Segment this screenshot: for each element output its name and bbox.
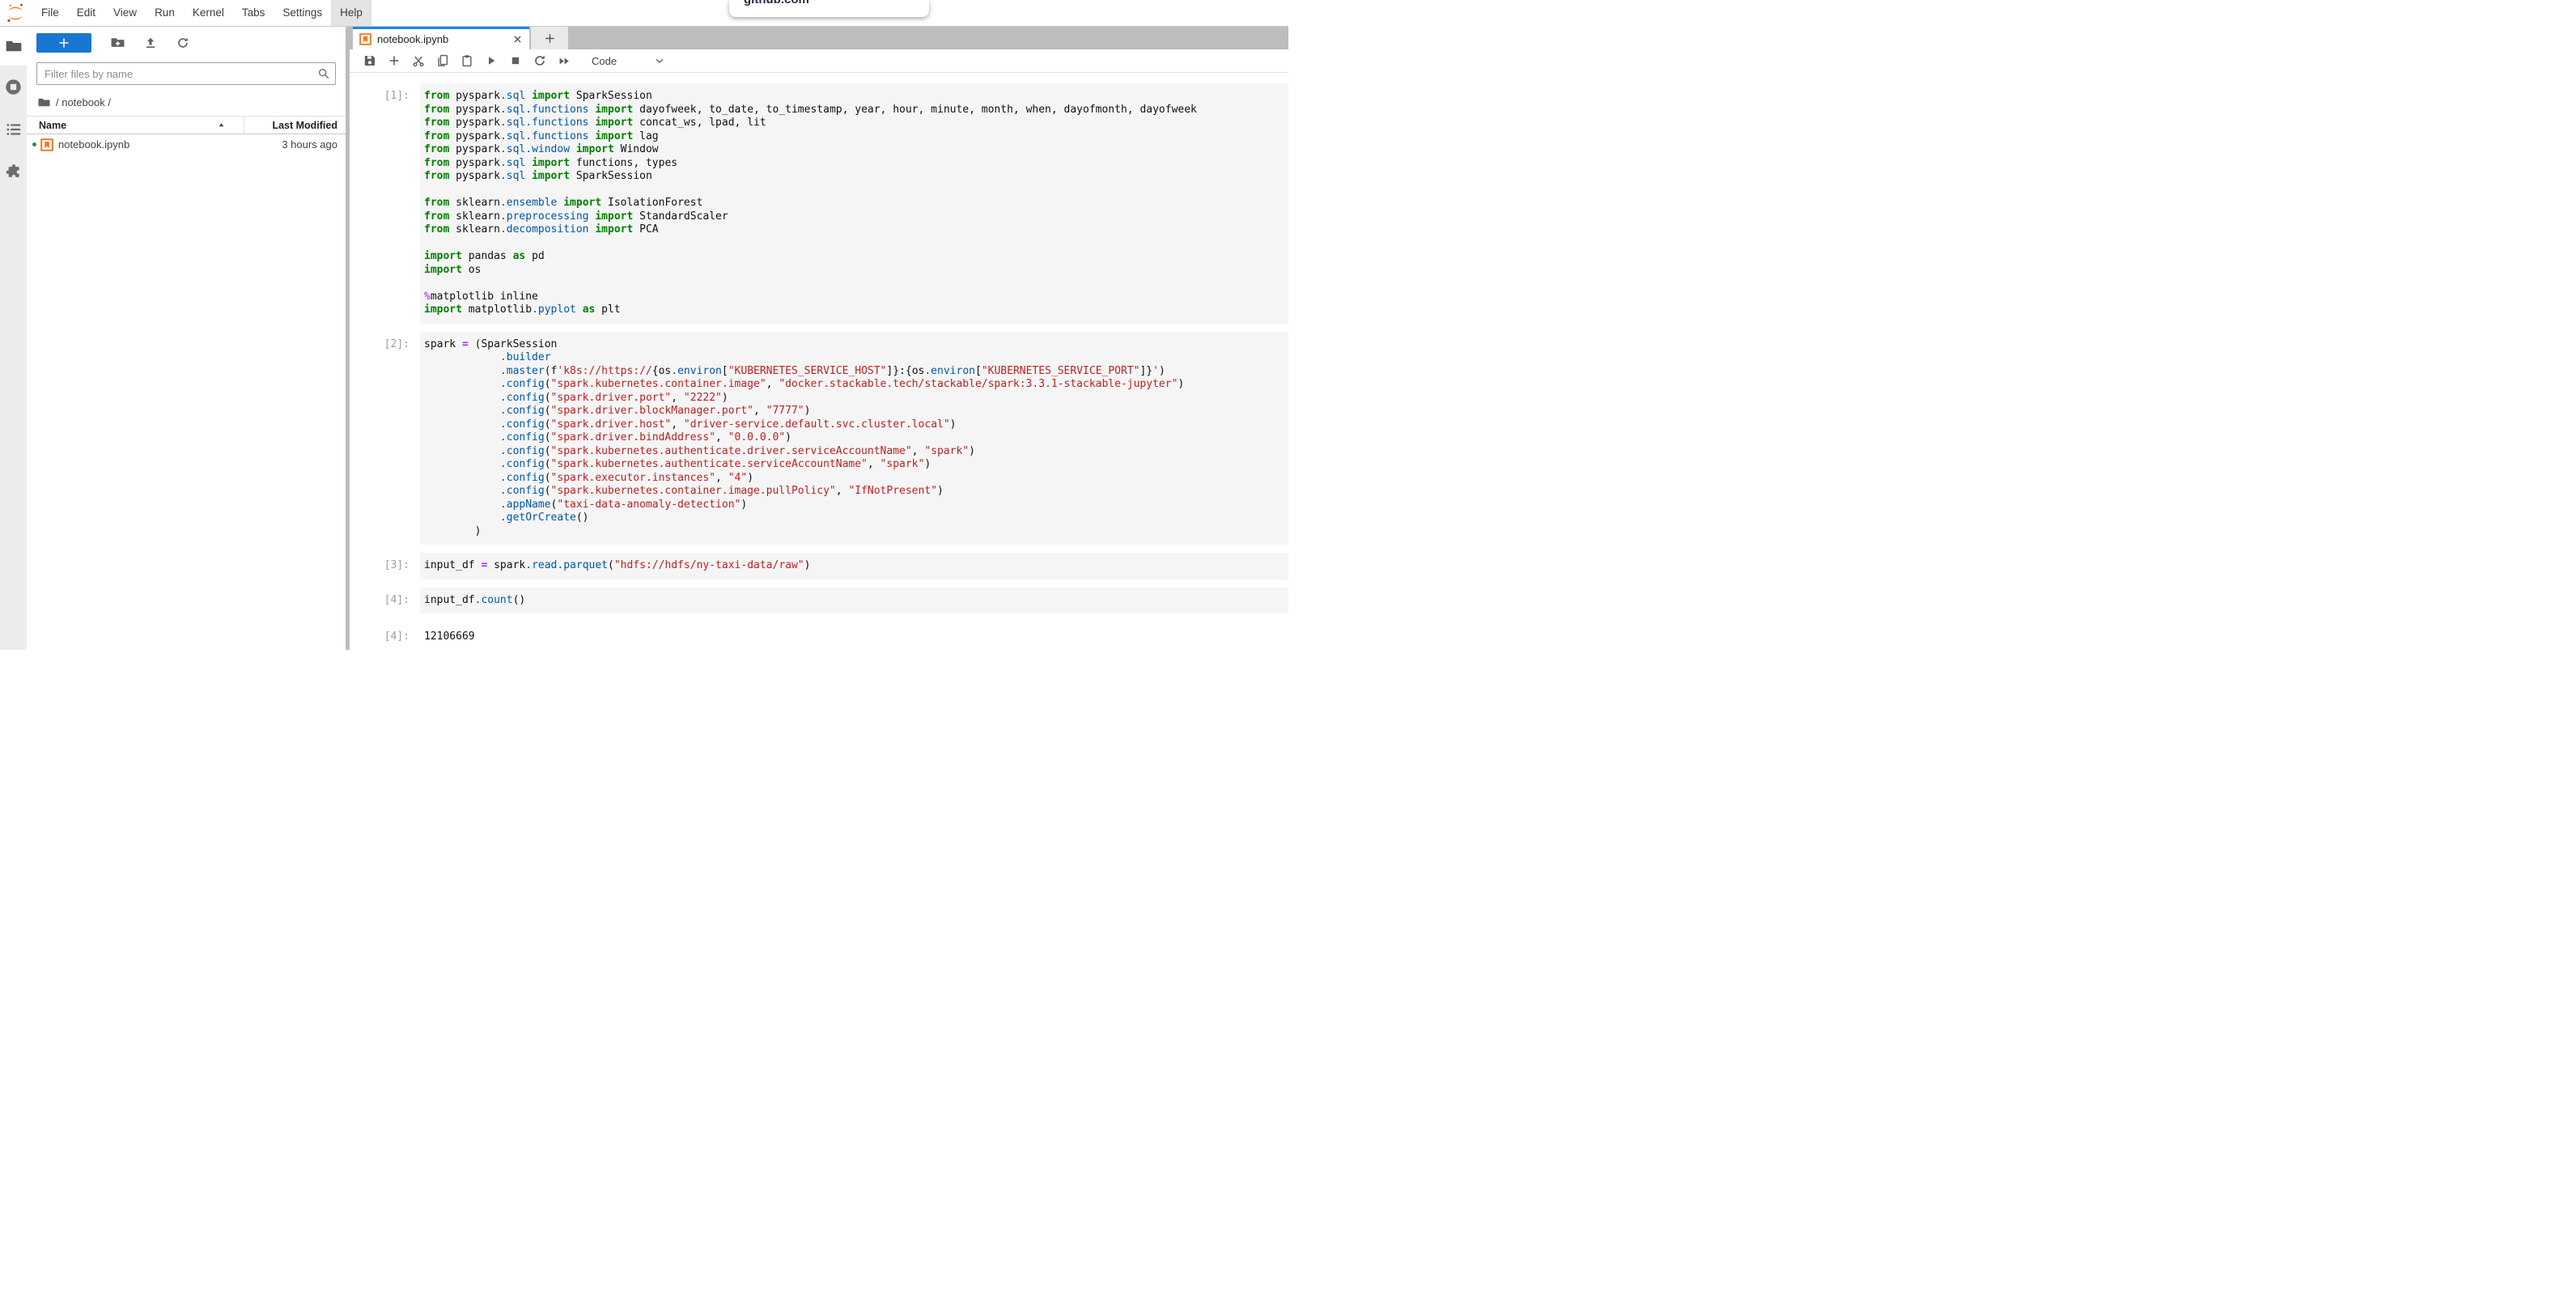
refresh-button[interactable] — [176, 36, 189, 49]
run-button[interactable] — [485, 54, 498, 67]
file-modified: 3 hours ago — [244, 138, 346, 151]
sidebar-tab-extensions-icon[interactable] — [0, 152, 27, 191]
code-cell: [2]:spark = (SparkSession .builder .mast… — [350, 332, 1288, 545]
menu-file[interactable]: File — [32, 0, 68, 26]
notebook-toolbar: Code — [350, 49, 1288, 73]
new-launcher-button[interactable] — [36, 33, 91, 53]
insert-cell-button[interactable] — [388, 54, 401, 67]
breadcrumb-path: / notebook / — [56, 96, 111, 108]
sort-ascending-icon — [217, 121, 226, 129]
menu-edit[interactable]: Edit — [68, 0, 104, 26]
cell-editor[interactable]: input_df = spark.read.parquet("hdfs://hd… — [420, 553, 1288, 579]
stop-button[interactable] — [509, 54, 522, 67]
file-row[interactable]: notebook.ipynb3 hours ago — [27, 134, 346, 155]
cut-cells-button[interactable] — [412, 54, 425, 67]
notebook-icon — [40, 138, 53, 151]
menu-bar: FileEditViewRunKernelTabsSettingsHelp — [0, 0, 1288, 27]
search-icon — [317, 67, 330, 80]
tab-bar: notebook.ipynb — [350, 27, 1288, 49]
input-prompt: [3]: — [350, 553, 420, 579]
cell-type-dropdown[interactable]: Code — [592, 55, 665, 67]
sidebar-tab-table-of-contents-icon[interactable] — [0, 110, 27, 149]
menu-kernel[interactable]: Kernel — [184, 0, 233, 26]
notebook-icon — [359, 33, 371, 45]
paste-cells-button[interactable] — [460, 54, 473, 67]
menu-tabs[interactable]: Tabs — [233, 0, 274, 26]
input-prompt: [2]: — [350, 332, 420, 545]
main-area: notebook.ipynb Code [1]:from pyspark.sql… — [350, 27, 1288, 650]
sidebar-tab-running-kernels-icon[interactable] — [0, 67, 27, 106]
file-name: notebook.ipynb — [58, 138, 244, 151]
cell-type-value: Code — [592, 55, 617, 67]
save-button[interactable] — [363, 54, 376, 67]
popup-text: github.com — [744, 0, 929, 6]
column-header-modified[interactable]: Last Modified — [244, 120, 346, 131]
kernel-running-dot — [32, 142, 36, 146]
cell-editor[interactable]: spark = (SparkSession .builder .master(f… — [420, 332, 1288, 545]
chevron-down-icon — [654, 55, 665, 66]
notebook-content: [1]:from pyspark.sql import SparkSession… — [350, 73, 1288, 650]
restart-kernel-button[interactable] — [533, 54, 546, 67]
jupyterlab-window: FileEditViewRunKernelTabsSettingsHelp gi… — [0, 0, 1288, 650]
breadcrumb[interactable]: / notebook / — [27, 85, 346, 109]
new-folder-button[interactable] — [111, 36, 125, 49]
left-sidebar — [0, 27, 27, 650]
menu-settings[interactable]: Settings — [274, 0, 331, 26]
tab-notebook[interactable]: notebook.ipynb — [353, 27, 529, 49]
column-header-name[interactable]: Name — [27, 117, 244, 134]
code-cell: [3]:input_df = spark.read.parquet("hdfs:… — [350, 553, 1288, 579]
input-prompt: [4]: — [350, 588, 420, 614]
output-area: 12106669 — [420, 624, 1288, 650]
menu-run[interactable]: Run — [146, 0, 184, 26]
tab-label: notebook.ipynb — [377, 33, 507, 45]
output-prompt: [4]: — [350, 624, 420, 650]
menu-view[interactable]: View — [104, 0, 146, 26]
file-browser-toolbar — [27, 27, 346, 54]
code-cell: [4]:input_df.count() — [350, 588, 1288, 614]
input-prompt: [1]: — [350, 83, 420, 324]
code-cell: [1]:from pyspark.sql import SparkSession… — [350, 83, 1288, 324]
upload-button[interactable] — [144, 36, 157, 49]
clipped-popup: github.com — [729, 0, 929, 17]
restart-run-all-button[interactable] — [558, 54, 571, 67]
file-browser-panel: / notebook / Name Last Modified notebook… — [27, 27, 346, 650]
filter-files-input[interactable] — [36, 62, 336, 85]
jupyter-logo-icon — [5, 2, 26, 23]
new-tab-button[interactable] — [531, 27, 568, 49]
sidebar-tab-folder-icon[interactable] — [0, 27, 27, 66]
cell-editor[interactable]: from pyspark.sql import SparkSession fro… — [420, 83, 1288, 324]
cell-output: [4]:12106669 — [350, 624, 1288, 650]
file-list-header: Name Last Modified — [27, 116, 346, 134]
folder-icon — [38, 96, 50, 108]
menu-help[interactable]: Help — [331, 0, 371, 26]
cell-editor[interactable]: input_df.count() — [420, 588, 1288, 614]
copy-cells-button[interactable] — [436, 54, 449, 67]
close-tab-icon[interactable] — [512, 34, 523, 45]
